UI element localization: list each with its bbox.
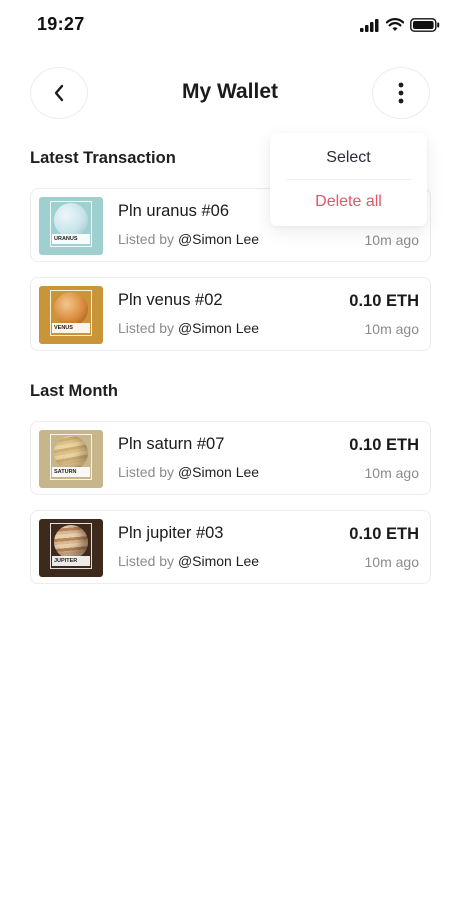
signal-icon: [360, 18, 379, 32]
thumb-label: URANUS: [52, 234, 90, 244]
item-listed: Listed by @Simon Lee: [118, 320, 260, 336]
item-name: Pln jupiter #03: [118, 524, 224, 542]
item-price: 0.10 ETH: [349, 436, 419, 454]
item-listed: Listed by @Simon Lee: [118, 553, 260, 569]
thumb-label: JUPITER: [52, 556, 90, 566]
item-price: 0.10 ETH: [349, 292, 419, 310]
item-listed: Listed by @Simon Lee: [118, 231, 260, 247]
nft-thumbnail: SATURN: [39, 430, 103, 488]
item-time: 10m ago: [364, 465, 419, 481]
planet-image: [54, 292, 88, 326]
more-options-button[interactable]: [372, 67, 430, 119]
transaction-card[interactable]: SATURN Pln saturn #07 Listed by @Simon L…: [30, 421, 431, 495]
item-user[interactable]: @Simon Lee: [178, 553, 259, 569]
item-user[interactable]: @Simon Lee: [178, 320, 259, 336]
nft-thumbnail: URANUS: [39, 197, 103, 255]
planet-image: [54, 525, 88, 559]
item-name: Pln venus #02: [118, 291, 223, 309]
thumb-label: SATURN: [52, 467, 90, 477]
section-title-latest: Latest Transaction: [30, 149, 176, 167]
item-time: 10m ago: [364, 321, 419, 337]
menu-item-delete-all[interactable]: Delete all: [270, 193, 427, 211]
planet-image: [54, 436, 88, 470]
planet-image: [54, 203, 88, 237]
item-time: 10m ago: [364, 232, 419, 248]
battery-icon: [410, 18, 440, 32]
options-menu: Select Delete all: [270, 133, 427, 226]
transaction-card[interactable]: VENUS Pln venus #02 Listed by @Simon Lee…: [30, 277, 431, 351]
status-time: 19:27: [37, 14, 85, 34]
item-name: Pln uranus #06: [118, 202, 229, 220]
wifi-icon: [386, 18, 404, 31]
status-icons: [360, 16, 440, 34]
section-title-last-month: Last Month: [30, 382, 118, 400]
nft-thumbnail: VENUS: [39, 286, 103, 344]
item-user[interactable]: @Simon Lee: [178, 464, 259, 480]
thumb-label: VENUS: [52, 323, 90, 333]
item-listed: Listed by @Simon Lee: [118, 464, 260, 480]
menu-divider: [286, 179, 411, 180]
item-price: 0.10 ETH: [349, 525, 419, 543]
item-time: 10m ago: [364, 554, 419, 570]
nft-thumbnail: JUPITER: [39, 519, 103, 577]
transaction-card[interactable]: JUPITER Pln jupiter #03 Listed by @Simon…: [30, 510, 431, 584]
item-user[interactable]: @Simon Lee: [178, 231, 259, 247]
more-vertical-icon: [398, 82, 404, 104]
item-name: Pln saturn #07: [118, 435, 225, 453]
menu-item-select[interactable]: Select: [270, 149, 427, 167]
status-bar: 19:27: [0, 0, 460, 50]
